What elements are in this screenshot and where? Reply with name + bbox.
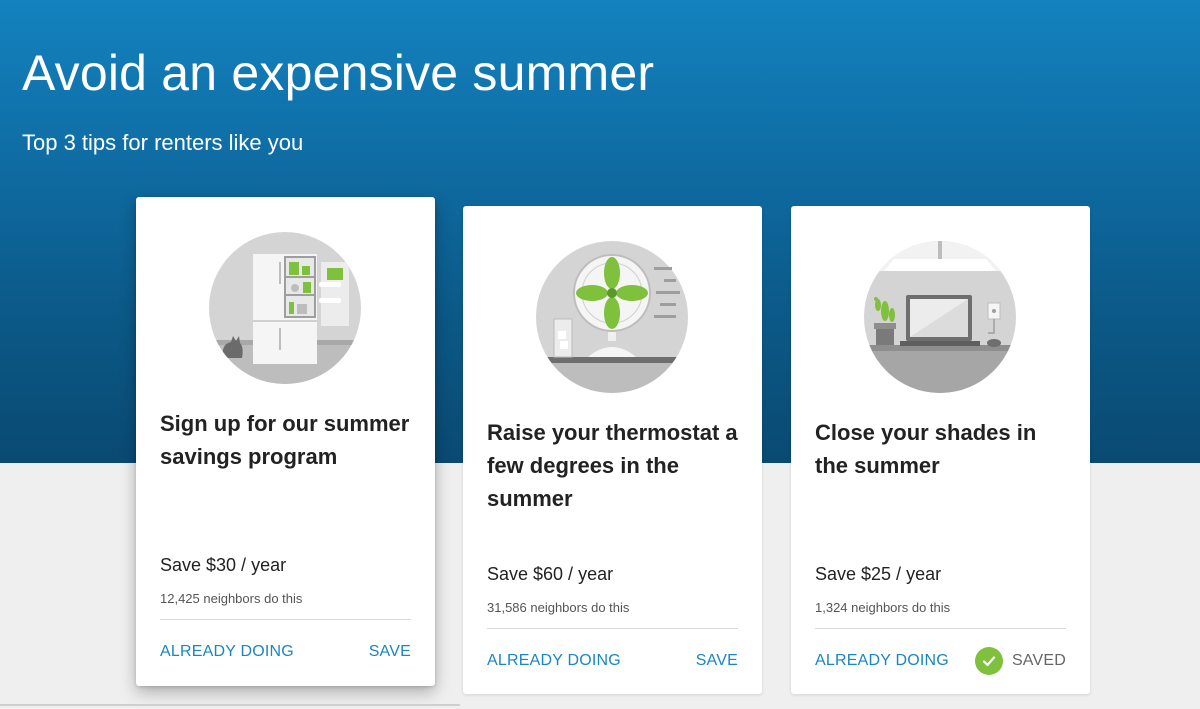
card-title: Sign up for our summer savings program	[160, 411, 410, 469]
check-icon	[974, 647, 1003, 675]
card-title: Close your shades in the summer	[815, 420, 1037, 478]
tip-card-savings-program[interactable]: Sign up for our summer savings program S…	[136, 197, 435, 686]
tip-card-thermostat[interactable]: Raise your thermostat a few degrees in t…	[463, 206, 762, 694]
card-divider	[815, 628, 1066, 629]
savings-amount: Save $25 / year	[815, 564, 942, 584]
saved-button[interactable]: SAVED	[974, 647, 1066, 675]
neighbors-count: 12,425 neighbors do this	[160, 591, 303, 606]
neighbors-count: 31,586 neighbors do this	[487, 600, 630, 615]
saved-label: SAVED	[1011, 652, 1066, 669]
already-doing-button[interactable]: ALREADY DOING	[815, 652, 949, 670]
save-button[interactable]: SAVE	[696, 652, 738, 670]
savings-amount: Save $30 / year	[160, 555, 287, 575]
already-doing-button[interactable]: ALREADY DOING	[160, 643, 294, 661]
already-doing-button[interactable]: ALREADY DOING	[487, 652, 621, 670]
card-divider	[487, 628, 738, 629]
refrigerator-illustration	[209, 232, 361, 384]
savings-amount: Save $60 / year	[487, 564, 614, 584]
save-button[interactable]: SAVE	[369, 643, 411, 661]
page-bottom-divider	[0, 704, 460, 706]
page-title: Avoid an expensive summer	[22, 45, 655, 101]
page-subtitle: Top 3 tips for renters like you	[22, 130, 304, 155]
card-title: Raise your thermostat a few degrees in t…	[487, 420, 738, 511]
neighbors-count: 1,324 neighbors do this	[815, 600, 951, 615]
laptop-desk-illustration	[864, 241, 1016, 393]
tip-card-shades[interactable]: Close your shades in the summer Save $25…	[791, 206, 1090, 694]
fan-illustration	[536, 241, 688, 393]
card-divider	[160, 619, 411, 620]
